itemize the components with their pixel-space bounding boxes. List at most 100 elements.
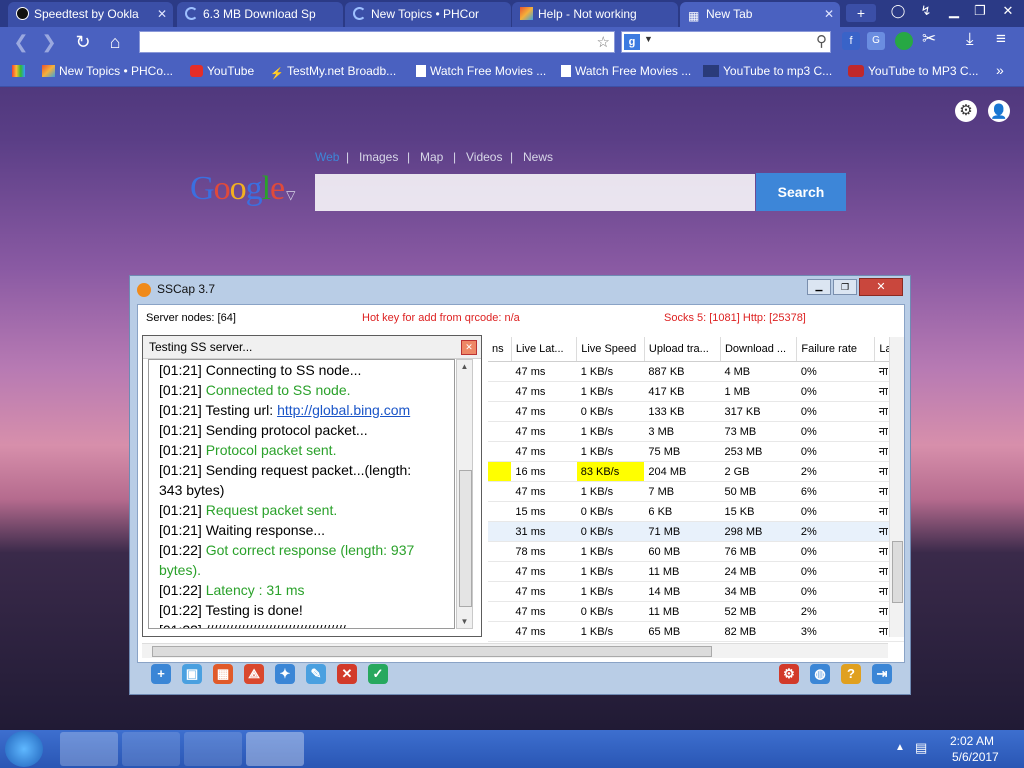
bookmark-item[interactable]: New Topics • PHCo... bbox=[42, 64, 173, 78]
new-tab-button[interactable]: + bbox=[846, 4, 876, 22]
log-scrollbar[interactable]: ▲ ▼ bbox=[456, 359, 473, 629]
shield-icon[interactable] bbox=[895, 32, 913, 50]
chevron-down-icon[interactable]: ▼ bbox=[644, 34, 653, 44]
horizontal-scrollbar[interactable] bbox=[142, 643, 888, 658]
taskbar-folder-icon[interactable] bbox=[122, 732, 180, 766]
share-icon[interactable]: ⟁ bbox=[244, 664, 264, 684]
scroll-down-icon[interactable]: ▼ bbox=[457, 617, 472, 626]
more-bookmarks-icon[interactable]: » bbox=[996, 62, 1004, 78]
column-header[interactable]: ns bbox=[488, 337, 512, 362]
log-line: [01:21] Request packet sent. bbox=[159, 500, 454, 520]
search-icon[interactable]: ⚲ bbox=[816, 32, 827, 50]
column-header[interactable]: Failure rate bbox=[796, 337, 876, 362]
google-nav-videos[interactable]: Videos bbox=[466, 150, 502, 164]
taskbar-sscap-icon[interactable] bbox=[246, 732, 304, 766]
help-icon[interactable]: ? bbox=[841, 664, 861, 684]
bookmark-item[interactable]: YouTube to mp3 C... bbox=[703, 64, 832, 78]
table-row[interactable]: 47 ms 1 KB/s 887 KB 4 MB 0% ना bbox=[488, 361, 904, 382]
column-header[interactable]: Live Speed bbox=[576, 337, 645, 362]
search-engine-box[interactable]: g ▼ ⚲ bbox=[621, 31, 831, 53]
table-row[interactable]: 47 ms 1 KB/s 11 MB 24 MB 0% ना bbox=[488, 561, 904, 582]
gear-icon[interactable]: ⚙ bbox=[955, 100, 977, 122]
bookmark-item[interactable] bbox=[12, 64, 29, 78]
network-icon[interactable]: ▤ bbox=[915, 740, 927, 756]
google-nav-web[interactable]: Web bbox=[315, 150, 339, 164]
user-icon[interactable]: 👤 bbox=[988, 100, 1010, 122]
close-icon[interactable]: ✕ bbox=[824, 2, 834, 27]
edit-icon[interactable]: ✎ bbox=[306, 664, 326, 684]
close-window-icon[interactable]: ✕ bbox=[859, 278, 903, 296]
add-icon[interactable]: + bbox=[151, 664, 171, 684]
scroll-up-icon[interactable]: ▲ bbox=[457, 362, 472, 371]
table-row[interactable]: 47 ms 1 KB/s 417 KB 1 MB 0% ना bbox=[488, 381, 904, 402]
google-search-button[interactable]: Search bbox=[756, 173, 846, 211]
tab-speedtest[interactable]: Speedtest by Ookla ✕ bbox=[8, 2, 173, 27]
download-icon[interactable]: ⤓ bbox=[966, 29, 974, 49]
arrow-icon[interactable]: ↯ bbox=[914, 3, 938, 19]
check-icon[interactable]: ✓ bbox=[368, 664, 388, 684]
google-search-input[interactable] bbox=[315, 174, 755, 211]
start-icon[interactable] bbox=[5, 731, 43, 767]
translate-icon[interactable]: G bbox=[867, 32, 885, 50]
minimize-icon[interactable]: ▁ bbox=[807, 279, 831, 295]
tab-download[interactable]: 6.3 MB Download Sp bbox=[177, 2, 343, 27]
bookmark-item[interactable]: Watch Free Movies ... bbox=[561, 64, 691, 78]
qrcode-icon[interactable]: ▣ bbox=[182, 664, 202, 684]
table-row[interactable]: 47 ms 1 KB/s 65 MB 82 MB 3% ना bbox=[488, 621, 904, 642]
bookmark-item[interactable]: YouTube to MP3 C... bbox=[848, 64, 979, 78]
scrollbar-thumb[interactable] bbox=[892, 541, 903, 603]
chevron-down-icon[interactable]: ▽ bbox=[284, 188, 295, 202]
table-row[interactable]: 47 ms 0 KB/s 11 MB 52 MB 2% ना bbox=[488, 601, 904, 622]
table-row[interactable]: 15 ms 0 KB/s 6 KB 15 KB 0% ना bbox=[488, 501, 904, 522]
table-row[interactable]: 31 ms 0 KB/s 71 MB 298 MB 2% ना bbox=[488, 521, 904, 542]
close-icon[interactable]: ✕ bbox=[157, 2, 167, 27]
table-row[interactable]: 47 ms 1 KB/s 75 MB 253 MB 0% ना bbox=[488, 441, 904, 462]
column-header[interactable]: Download ... bbox=[720, 337, 798, 362]
taskbar-media-icon[interactable] bbox=[184, 732, 242, 766]
tab-new-tab[interactable]: ▦ New Tab ✕ bbox=[680, 2, 840, 27]
delete-icon[interactable]: ✕ bbox=[337, 664, 357, 684]
exit-icon[interactable]: ⇥ bbox=[872, 664, 892, 684]
log-link[interactable]: http://global.bing.com bbox=[277, 402, 410, 418]
extension-icon[interactable]: f bbox=[842, 32, 860, 50]
scrollbar-thumb[interactable] bbox=[459, 470, 472, 607]
table-row[interactable]: 47 ms 1 KB/s 3 MB 73 MB 0% ना bbox=[488, 421, 904, 442]
bookmark-item[interactable]: Watch Free Movies ... bbox=[416, 64, 546, 78]
home-icon[interactable]: ⌂ bbox=[104, 33, 126, 51]
table-row[interactable]: 47 ms 0 KB/s 133 KB 317 KB 0% ना bbox=[488, 401, 904, 422]
restore-icon[interactable]: ❐ bbox=[833, 279, 857, 295]
tray-up-icon[interactable]: ▲ bbox=[895, 742, 905, 753]
minimize-icon[interactable]: ▁ bbox=[942, 3, 966, 19]
bulb-icon[interactable]: ✦ bbox=[275, 664, 295, 684]
table-row[interactable]: 78 ms 1 KB/s 60 MB 76 MB 0% ना bbox=[488, 541, 904, 562]
table-scrollbar[interactable] bbox=[889, 337, 904, 637]
google-nav-map[interactable]: Map bbox=[420, 150, 443, 164]
reload-icon[interactable]: ↻ bbox=[72, 33, 94, 51]
forward-icon[interactable]: ❯ bbox=[38, 33, 60, 51]
chat-icon[interactable]: ◯ bbox=[886, 3, 910, 19]
address-bar[interactable]: ☆ bbox=[139, 31, 615, 53]
table-row[interactable]: 47 ms 1 KB/s 7 MB 50 MB 6% ना bbox=[488, 481, 904, 502]
close-icon[interactable]: ✕ bbox=[461, 340, 477, 355]
google-nav-news[interactable]: News bbox=[523, 150, 553, 164]
bookmark-item[interactable]: ⚡ TestMy.net Broadb... bbox=[270, 64, 396, 80]
restore-icon[interactable]: ❐ bbox=[968, 3, 992, 19]
menu-icon[interactable]: ≡ bbox=[996, 29, 1006, 49]
table-row[interactable]: 47 ms 1 KB/s 14 MB 34 MB 0% ना bbox=[488, 581, 904, 602]
star-icon[interactable]: ☆ bbox=[597, 33, 610, 51]
gear-icon[interactable]: ⚙ bbox=[779, 664, 799, 684]
tab-help[interactable]: Help - Not working bbox=[512, 2, 678, 27]
back-icon[interactable]: ❮ bbox=[10, 33, 32, 51]
grid-icon[interactable]: ▦ bbox=[213, 664, 233, 684]
column-header[interactable]: Live Lat... bbox=[511, 337, 578, 362]
scrollbar-thumb[interactable] bbox=[152, 646, 712, 657]
scissors-icon[interactable]: ✂ bbox=[922, 29, 936, 49]
taskbar-browser-icon[interactable] bbox=[60, 732, 118, 766]
tab-phcorner[interactable]: New Topics • PHCor bbox=[345, 2, 511, 27]
globe-icon[interactable]: ◍ bbox=[810, 664, 830, 684]
table-row[interactable]: 16 ms 83 KB/s 204 MB 2 GB 2% ना bbox=[488, 461, 904, 482]
bookmark-item[interactable]: YouTube bbox=[190, 64, 254, 78]
google-nav-images[interactable]: Images bbox=[359, 150, 398, 164]
close-window-icon[interactable]: ✕ bbox=[996, 3, 1020, 19]
column-header[interactable]: Upload tra... bbox=[644, 337, 721, 362]
